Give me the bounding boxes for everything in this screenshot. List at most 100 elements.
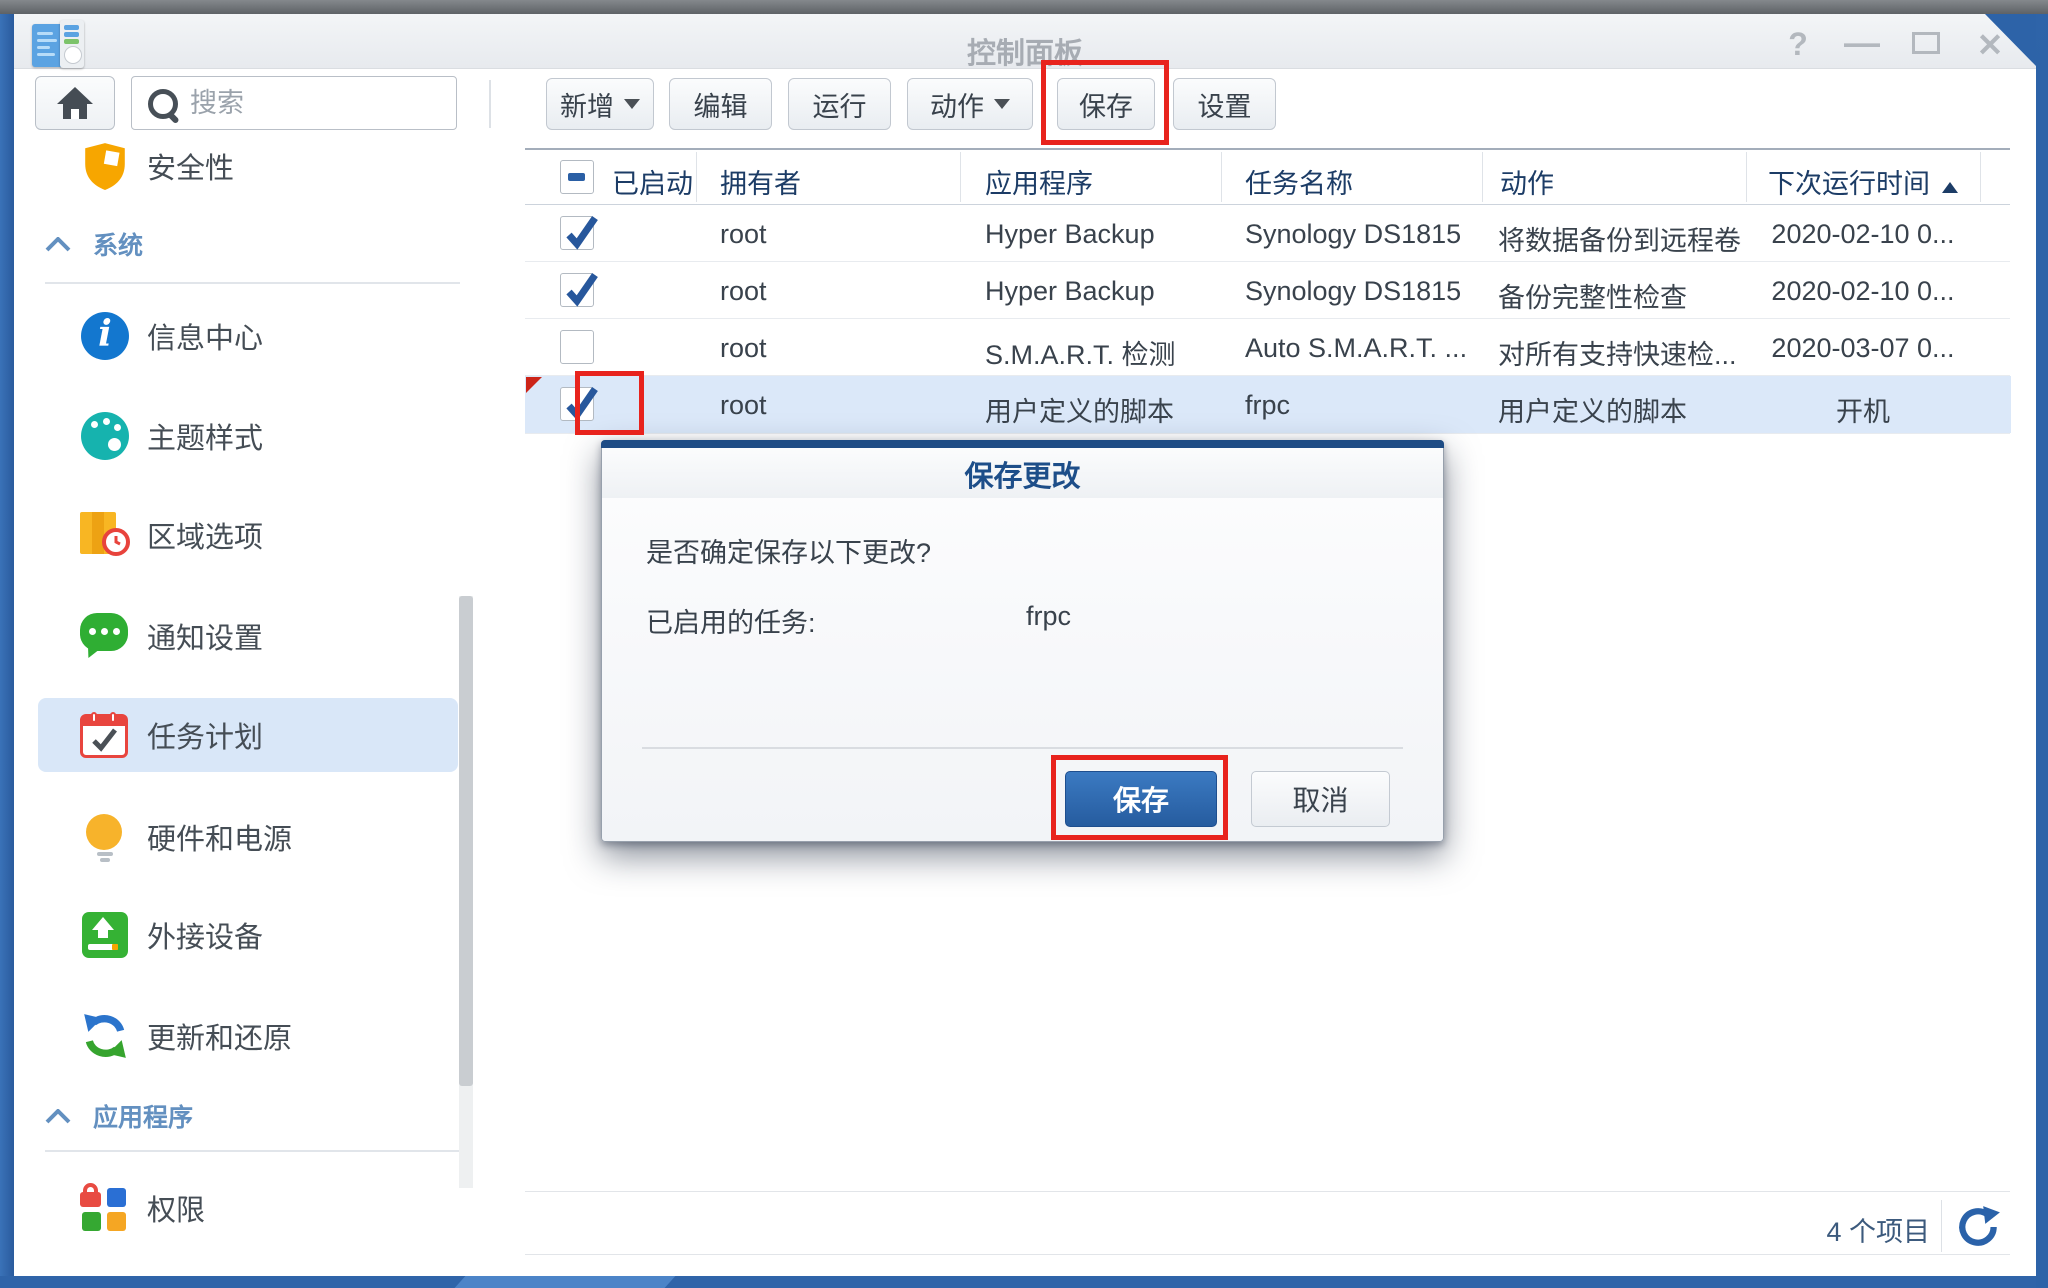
help-button[interactable]: ? — [1778, 26, 1818, 63]
new-task-button[interactable]: 新增 — [546, 78, 654, 130]
sidebar-item-external-devices[interactable]: 外接设备 — [35, 905, 455, 965]
row-checkbox[interactable] — [560, 216, 594, 250]
button-label: 运行 — [813, 85, 867, 124]
action-button[interactable]: 动作 — [907, 78, 1033, 130]
home-button[interactable] — [35, 76, 115, 130]
button-label: 编辑 — [694, 85, 748, 124]
privileges-icon — [80, 1183, 130, 1233]
desktop-wallpaper-corner — [1985, 14, 2036, 66]
column-header-owner[interactable]: 拥有者 — [720, 162, 801, 201]
dialog-message: 是否确定保存以下更改? — [646, 531, 931, 570]
minimize-button[interactable]: — — [1840, 22, 1884, 64]
cell-application[interactable]: 用户定义的脚本 — [985, 390, 1174, 429]
task-calendar-icon — [80, 710, 130, 760]
sidebar-item-label: 信息中心 — [147, 315, 263, 357]
select-all-checkbox[interactable] — [560, 160, 594, 194]
cell-next-run[interactable]: 2020-02-10 0... — [1746, 276, 1980, 307]
cell-application[interactable]: Hyper Backup — [985, 219, 1155, 250]
cell-action[interactable]: 用户定义的脚本 — [1498, 390, 1687, 429]
dialog-cancel-button[interactable]: 取消 — [1251, 771, 1390, 827]
sidebar-item-label: 通知设置 — [147, 615, 263, 657]
cell-task-name[interactable]: frpc — [1245, 390, 1290, 421]
sidebar-item-label: 权限 — [147, 1187, 205, 1229]
window-title: 控制面板 — [14, 30, 2036, 72]
toolbar-separator — [489, 80, 491, 128]
dialog-field-value: frpc — [1026, 601, 1071, 632]
external-drive-icon — [80, 910, 130, 960]
modified-row-marker — [526, 377, 542, 393]
cell-task-name[interactable]: Auto S.M.A.R.T. ... — [1245, 333, 1467, 364]
sidebar-item-theme[interactable]: 主题样式 — [35, 406, 455, 466]
row-checkbox[interactable] — [560, 273, 594, 307]
sidebar-item-label: 安全性 — [147, 145, 234, 187]
run-button[interactable]: 运行 — [788, 78, 891, 130]
row-separator — [525, 375, 2010, 376]
cell-owner[interactable]: root — [720, 333, 767, 364]
sidebar-item-info-center[interactable]: i 信息中心 — [35, 306, 455, 366]
search-input[interactable] — [188, 79, 448, 127]
row-separator — [525, 261, 2010, 262]
column-separator — [1221, 152, 1222, 202]
annotation-box-dialog-save — [1051, 755, 1228, 840]
row-checkbox[interactable] — [560, 330, 594, 364]
cell-application[interactable]: Hyper Backup — [985, 276, 1155, 307]
sidebar-item-notification[interactable]: 通知设置 — [35, 606, 455, 666]
sidebar-item-label: 更新和还原 — [147, 1015, 292, 1057]
sidebar-item-update-restore[interactable]: 更新和还原 — [35, 1006, 455, 1066]
sidebar-item-label: 任务计划 — [147, 714, 263, 756]
cell-next-run[interactable]: 开机 — [1746, 390, 1980, 429]
maximize-button[interactable] — [1912, 32, 1940, 54]
cell-action[interactable]: 对所有支持快速检... — [1498, 333, 1737, 372]
refresh-button[interactable] — [1956, 1204, 2002, 1250]
button-label: 设置 — [1198, 85, 1252, 124]
column-header-next-run[interactable]: 下次运行时间 — [1746, 162, 1980, 201]
sidebar-item-security[interactable]: 安全性 — [35, 136, 455, 196]
cell-owner[interactable]: root — [720, 219, 767, 250]
cell-next-run[interactable]: 2020-02-10 0... — [1746, 219, 1980, 250]
sort-asc-icon — [1942, 182, 1958, 193]
column-separator — [1482, 152, 1483, 202]
column-header-enabled[interactable]: 已启动 — [612, 162, 693, 201]
control-panel-app-icon — [32, 20, 84, 68]
column-separator — [960, 152, 961, 202]
settings-button[interactable]: 设置 — [1173, 78, 1276, 130]
cell-next-run[interactable]: 2020-03-07 0... — [1746, 333, 1980, 364]
sidebar-item-privileges[interactable]: 权限 — [35, 1178, 455, 1238]
search-icon — [148, 89, 178, 119]
statusbar-top-border — [525, 1191, 2010, 1192]
section-divider — [45, 1150, 460, 1152]
column-header-task-name[interactable]: 任务名称 — [1245, 162, 1353, 201]
cell-application[interactable]: S.M.A.R.T. 检测 — [985, 333, 1176, 372]
cell-owner[interactable]: root — [720, 390, 767, 421]
sidebar-item-task-scheduler[interactable]: 任务计划 — [35, 700, 455, 770]
cell-task-name[interactable]: Synology DS1815 — [1245, 276, 1461, 307]
sidebar-item-label: 外接设备 — [147, 914, 263, 956]
sidebar-section-applications[interactable]: 应用程序 — [45, 1098, 193, 1134]
button-label: 动作 — [930, 85, 984, 124]
column-header-application[interactable]: 应用程序 — [985, 162, 1093, 201]
speech-bubble-icon — [80, 611, 130, 661]
cell-owner[interactable]: root — [720, 276, 767, 307]
desktop-top-strip — [0, 0, 2048, 14]
chevron-up-icon — [45, 237, 71, 252]
sidebar-section-system[interactable]: 系统 — [45, 226, 143, 262]
info-icon: i — [80, 311, 130, 361]
sidebar-scrollbar-thumb[interactable] — [459, 596, 473, 1086]
sidebar-item-regional-options[interactable]: 区域选项 — [35, 505, 455, 565]
column-header-action[interactable]: 动作 — [1500, 162, 1554, 201]
chevron-up-icon — [45, 1109, 71, 1124]
window-frame-bottom — [0, 1276, 2036, 1288]
sidebar-item-label: 主题样式 — [147, 415, 263, 457]
edit-button[interactable]: 编辑 — [669, 78, 772, 130]
section-label: 应用程序 — [93, 1098, 193, 1134]
column-separator — [696, 152, 697, 202]
cell-action[interactable]: 将数据备份到远程卷 — [1498, 219, 1741, 258]
row-separator — [525, 433, 2010, 434]
column-separator — [1980, 152, 1981, 202]
table-header-border — [525, 204, 2010, 205]
sidebar-item-hardware-power[interactable]: 硬件和电源 — [35, 807, 455, 867]
cell-task-name[interactable]: Synology DS1815 — [1245, 219, 1461, 250]
cell-action[interactable]: 备份完整性检查 — [1498, 276, 1687, 315]
dialog-separator — [642, 747, 1403, 749]
home-icon — [55, 85, 95, 121]
